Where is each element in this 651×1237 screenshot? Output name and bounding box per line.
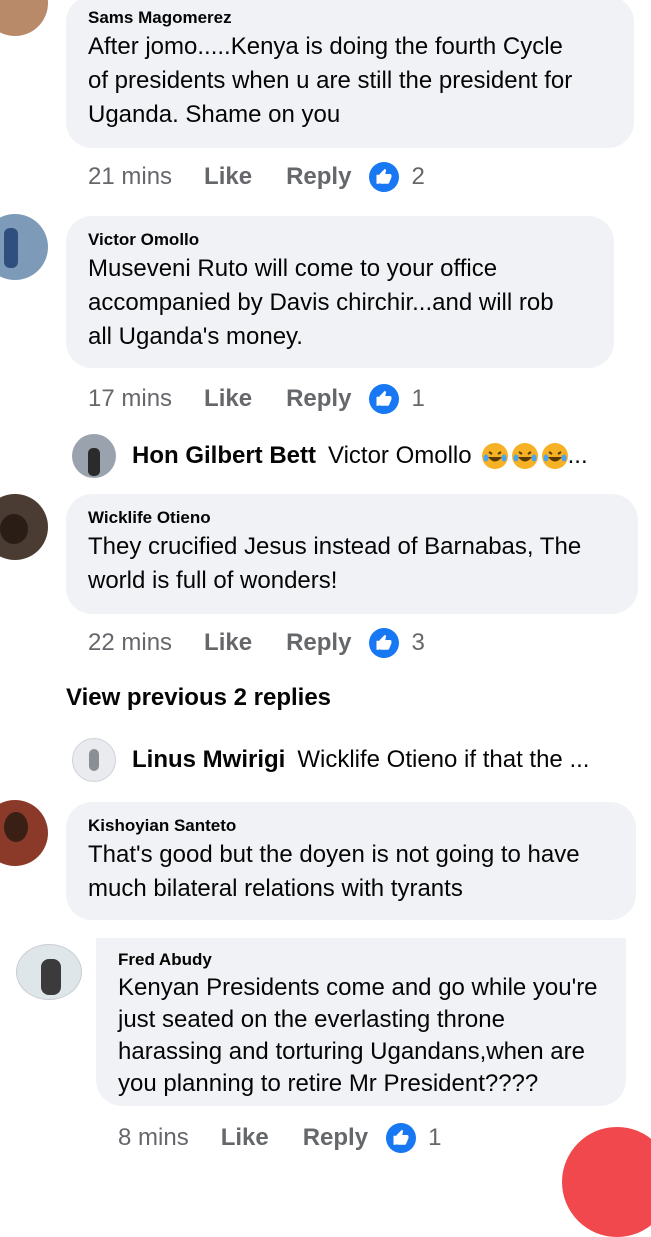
comment-author[interactable]: Fred Abudy	[118, 950, 604, 970]
thumbs-up-icon	[369, 162, 400, 192]
reply-preview[interactable]: Hon Gilbert Bett Victor Omollo ...	[72, 434, 588, 478]
like-button[interactable]: Like	[204, 163, 252, 191]
like-count: 3	[411, 629, 425, 656]
comment-line: Museveni Ruto will come to your office	[88, 255, 498, 282]
avatar-figure	[88, 448, 100, 476]
comment-line: accompanied by Davis chirchir...and will…	[88, 289, 554, 316]
avatar[interactable]	[0, 494, 48, 560]
comment-line: After jomo.....Kenya is doing the fourth…	[88, 33, 563, 60]
comment-line: you planning to retire Mr President????	[118, 1070, 539, 1097]
like-button[interactable]: Like	[221, 1124, 269, 1152]
reply-button[interactable]: Reply	[286, 385, 351, 413]
comment-actions: 17 mins Like Reply 1	[88, 384, 425, 414]
laughing-face-icon	[541, 443, 568, 469]
comment-bubble: Wicklife Otieno They crucified Jesus ins…	[66, 494, 638, 614]
reply-button[interactable]: Reply	[286, 163, 351, 191]
laughing-face-icon	[481, 443, 508, 469]
like-count: 1	[411, 385, 425, 412]
comment-bubble: Fred Abudy Kenyan Presidents come and go…	[96, 938, 626, 1106]
thumbs-up-icon	[386, 1123, 417, 1153]
comment-text: After jomo.....Kenya is doing the fourth…	[88, 30, 612, 132]
reply-preview[interactable]: Linus Mwirigi Wicklife Otieno if that th…	[72, 738, 589, 782]
avatar-figure	[4, 228, 18, 268]
avatar[interactable]	[16, 944, 82, 1000]
avatar-figure	[41, 959, 61, 995]
reply-text: Victor Omollo	[328, 442, 472, 469]
comment-line: of presidents when u are still the presi…	[88, 67, 573, 94]
comment-line: That's good but the doyen is not going t…	[88, 841, 580, 868]
thumbs-up-icon	[369, 628, 400, 658]
avatar-figure	[89, 749, 99, 771]
reply-author[interactable]: Linus Mwirigi	[132, 746, 285, 774]
comment-author[interactable]: Kishoyian Santeto	[88, 816, 614, 836]
view-previous-replies-link[interactable]: View previous 2 replies	[66, 684, 331, 712]
avatar[interactable]	[0, 214, 48, 280]
like-count: 2	[411, 163, 425, 190]
comment-line: world is full of wonders!	[88, 567, 338, 594]
comment-actions: 21 mins Like Reply 2	[88, 162, 425, 192]
comment-text: Museveni Ruto will come to your office a…	[88, 252, 592, 354]
comment-line: They crucified Jesus instead of Barnabas…	[88, 533, 582, 560]
comment-actions: 22 mins Like Reply 3	[88, 628, 425, 658]
comment-bubble: Victor Omollo Museveni Ruto will come to…	[66, 216, 614, 368]
avatar[interactable]	[0, 0, 48, 36]
timestamp: 8 mins	[118, 1124, 189, 1151]
comment-text: They crucified Jesus instead of Barnabas…	[88, 530, 616, 598]
timestamp: 21 mins	[88, 163, 173, 190]
floating-action-button[interactable]	[562, 1127, 651, 1237]
like-button[interactable]: Like	[204, 385, 252, 413]
comment-line: just seated on the everlasting throne	[118, 1006, 505, 1033]
comment-line: Kenyan Presidents come and go while you'…	[118, 974, 598, 1001]
comment-bubble: Kishoyian Santeto That's good but the do…	[66, 802, 636, 920]
avatar-face	[4, 812, 28, 842]
avatar[interactable]	[0, 800, 48, 866]
laughing-face-icon	[511, 443, 538, 469]
comment-text: Kenyan Presidents come and go while you'…	[118, 972, 604, 1100]
comment-bubble: Sams Magomerez After jomo.....Kenya is d…	[66, 0, 634, 148]
comment-actions: 8 mins Like Reply 1	[118, 1123, 441, 1153]
comment-line: all Uganda's money.	[88, 323, 303, 350]
reply-text: Wicklife Otieno if that the ...	[297, 746, 590, 773]
like-count: 1	[428, 1124, 442, 1151]
comment-author[interactable]: Victor Omollo	[88, 230, 592, 250]
reply-author[interactable]: Hon Gilbert Bett	[132, 442, 316, 470]
reply-button[interactable]: Reply	[286, 629, 351, 657]
comment-line: Uganda. Shame on you	[88, 101, 341, 128]
reply-button[interactable]: Reply	[303, 1124, 368, 1152]
comment-author[interactable]: Wicklife Otieno	[88, 508, 616, 528]
thumbs-up-icon	[369, 384, 400, 414]
comment-line: much bilateral relations with tyrants	[88, 875, 463, 902]
like-button[interactable]: Like	[204, 629, 252, 657]
timestamp: 17 mins	[88, 385, 173, 412]
comment-text: That's good but the doyen is not going t…	[88, 838, 614, 906]
reply-ellipsis: ...	[567, 442, 588, 469]
comment-line: harassing and torturing Ugandans,when ar…	[118, 1038, 585, 1065]
avatar[interactable]	[72, 434, 116, 478]
comment-author[interactable]: Sams Magomerez	[88, 8, 612, 28]
timestamp: 22 mins	[88, 629, 173, 656]
avatar-face	[0, 514, 28, 544]
avatar[interactable]	[72, 738, 116, 782]
